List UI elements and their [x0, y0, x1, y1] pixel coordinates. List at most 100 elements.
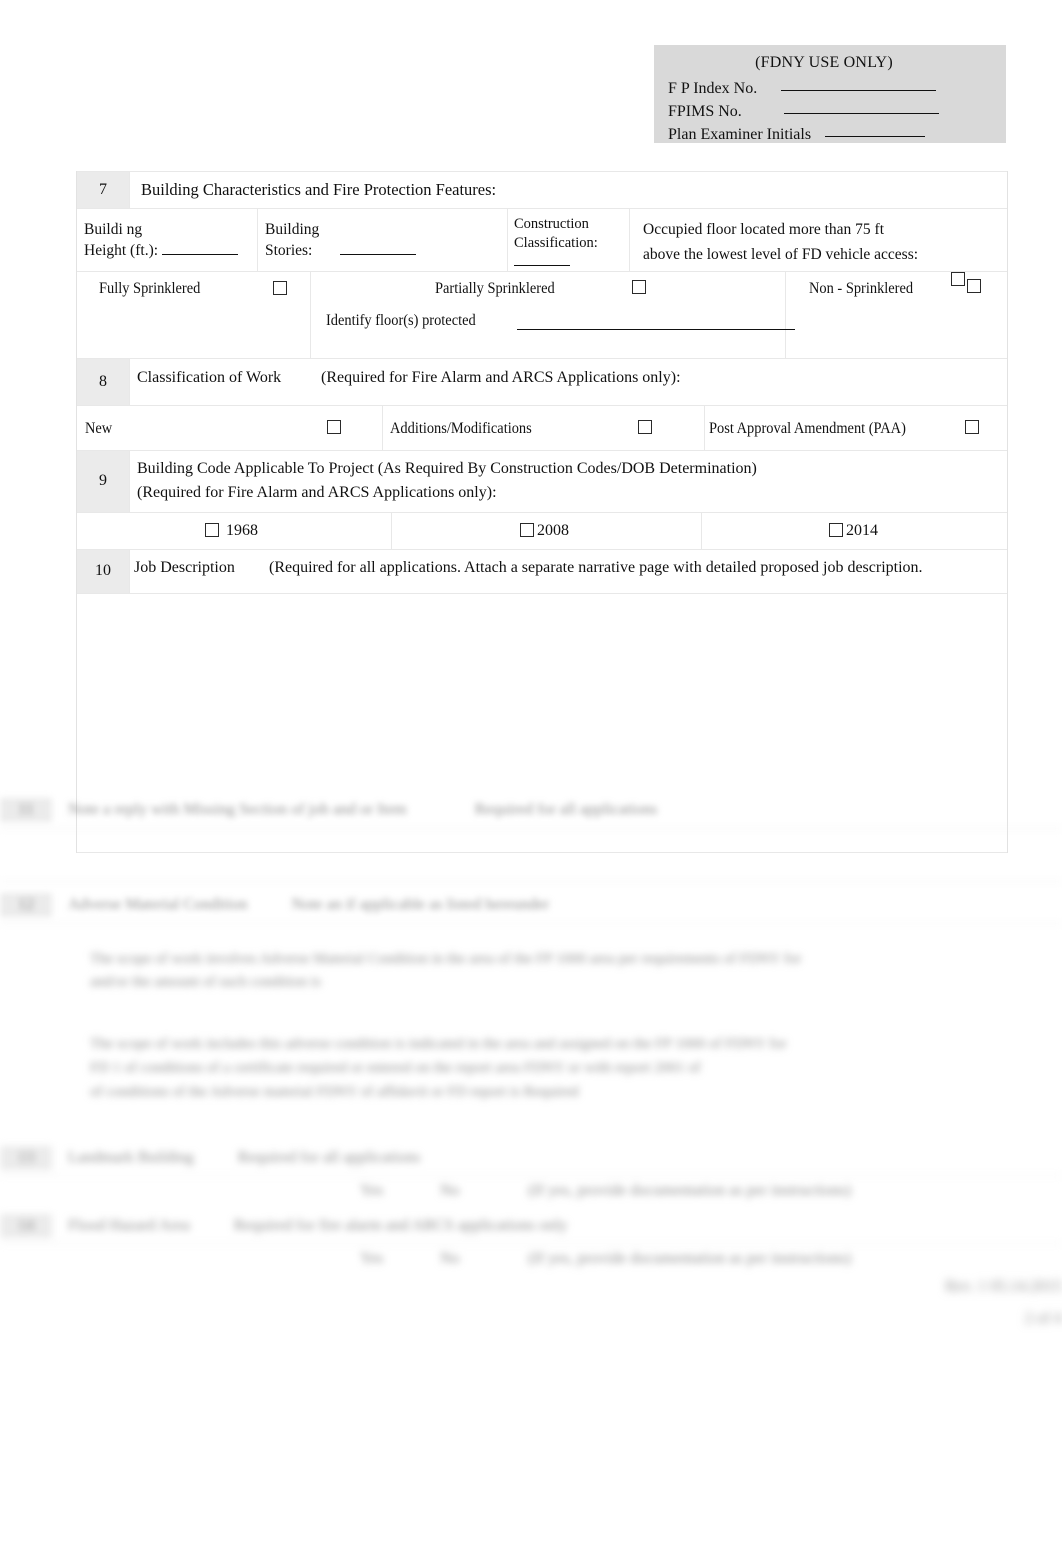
divider-9	[701, 512, 702, 549]
section-8-title-note: (Required for Fire Alarm and ARCS Applic…	[321, 368, 681, 386]
divider-5	[785, 271, 786, 358]
section-9-title-line1: Building Code Applicable To Project (As …	[137, 459, 757, 477]
section-13-answers: Yes No (If yes, provide documentation as…	[0, 1176, 1062, 1210]
building-stories-label-line2: Stories:	[265, 242, 313, 259]
section-12-blurred: 12 Adverse Material Condition Note an if…	[0, 888, 1062, 924]
partially-sprinklered-label: Partially Sprinklered	[435, 279, 555, 297]
section-13-yes[interactable]: Yes	[360, 1182, 383, 1200]
code-year-1968[interactable]: 1968	[205, 522, 258, 540]
work-paa-label: Post Approval Amendment (PAA)	[709, 419, 906, 437]
partially-sprinklered-checkbox[interactable]	[632, 279, 646, 294]
section-14-note: Required for fire alarm and ARCS applica…	[233, 1217, 568, 1234]
fp-index-no-row: F P Index No.	[668, 80, 937, 97]
section-13-title: Landmark Building	[68, 1149, 194, 1166]
footer-revision: Rev. 1 05.14.2015	[945, 1278, 1062, 1295]
fp-index-no-field[interactable]	[781, 90, 937, 91]
divider-7	[704, 405, 705, 450]
plan-examiner-initials-field[interactable]	[825, 136, 926, 137]
code-year-2014-checkbox[interactable]	[829, 522, 843, 537]
section-11-number: 11	[0, 798, 52, 822]
code-year-2008-label: 2008	[537, 521, 569, 539]
fp-index-no-label: F P Index No.	[668, 80, 758, 97]
section-12-item-1-text: The scope of work involves Adverse Mater…	[90, 951, 802, 967]
divider-2	[507, 208, 508, 271]
section-12-item-2-text: The scope of work includes this adverse …	[90, 1036, 787, 1052]
fdny-use-only-title: (FDNY USE ONLY)	[755, 54, 893, 71]
building-stories-input[interactable]	[340, 254, 417, 255]
section-14-title: Flood Hazard Area	[68, 1217, 190, 1234]
building-height-field: Buildi ng Height (ft.):	[84, 219, 238, 261]
fpims-no-label: FPIMS No.	[668, 103, 742, 120]
fdny-use-only-box: (FDNY USE ONLY) F P Index No. FPIMS No. …	[654, 45, 1006, 143]
section-9-years-row: 1968 2008 2014	[77, 512, 1007, 550]
section-9-number: 9	[77, 450, 130, 512]
non-sprinklered-checkbox[interactable]	[967, 278, 981, 293]
divider-6	[382, 405, 383, 450]
section-13-hint: (If yes, provide documentation as per in…	[528, 1182, 852, 1199]
building-stories-label-line1: Building	[265, 220, 320, 238]
section-10-header-row: 10 Job Description (Required for all app…	[77, 549, 1007, 594]
non-sprinklered-label: Non - Sprinklered	[809, 279, 914, 297]
section-13-note: Required for all applications	[237, 1149, 421, 1166]
section-11-row: 11 Note a reply with Missing Section of …	[0, 793, 1062, 829]
section-11-body[interactable]	[0, 829, 1062, 882]
work-paa-checkbox[interactable]	[965, 419, 979, 434]
section-12-note: Note an if applicable as listed hereunde…	[291, 896, 550, 913]
section-10-note: (Required for all applications. Attach a…	[269, 558, 923, 576]
section-12-row: 12 Adverse Material Condition Note an if…	[0, 888, 1062, 924]
building-height-label-line1: Buildi ng	[84, 220, 143, 238]
occupied-floor-field: Occupied floor located more than 75 ft a…	[643, 218, 918, 268]
section-13-no[interactable]: No	[440, 1182, 460, 1200]
section-11-blurred: 11 Note a reply with Missing Section of …	[0, 793, 1062, 882]
identify-floors-label: Identify floor(s) protected	[326, 311, 476, 329]
section-9-header-row: 9 Building Code Applicable To Project (A…	[77, 450, 1007, 513]
code-year-2014-label: 2014	[846, 521, 878, 539]
section-14-yes[interactable]: Yes	[360, 1250, 383, 1268]
code-year-1968-label: 1968	[226, 521, 258, 539]
building-height-input[interactable]	[161, 254, 238, 255]
construction-classification-label-line2: Classification:	[514, 234, 598, 251]
section-11-note: Required for all applications	[474, 801, 658, 818]
occupied-floor-label-line2: above the lowest level of FD vehicle acc…	[643, 245, 919, 263]
section-12-number: 12	[0, 893, 52, 917]
section-7-title: Building Characteristics and Fire Protec…	[141, 180, 497, 199]
section-8-options-row: New Additions/Modifications Post Approva…	[77, 405, 1007, 451]
construction-classification-label-line1: Construction	[514, 215, 589, 232]
section-8-header-row: 8 Classification of Work (Required for F…	[77, 358, 1007, 406]
section-12-title: Adverse Material Condition	[68, 896, 248, 913]
section-9-title-line2: (Required for Fire Alarm and ARCS Applic…	[137, 484, 497, 502]
section-12-item-2-text3: of conditions of the Adverse material FD…	[90, 1084, 579, 1100]
section-13-blurred: 13 Landmark Building Required for all ap…	[0, 1142, 1062, 1210]
section-14-answers: Yes No (If yes, provide documentation as…	[0, 1244, 1062, 1278]
section-12-item-1: The scope of work involves Adverse Mater…	[0, 948, 1010, 995]
footer-page-number: 2 of 4	[1024, 1310, 1062, 1327]
divider-8	[391, 512, 392, 549]
identify-floors-input[interactable]	[517, 328, 795, 330]
plan-examiner-initials-label: Plan Examiner Initials	[668, 126, 812, 143]
section-14-row: 14 Flood Hazard Area Required for fire a…	[0, 1210, 1062, 1244]
section-10-title: Job Description	[134, 558, 235, 576]
code-year-1968-checkbox[interactable]	[205, 522, 219, 537]
work-additions-checkbox[interactable]	[638, 419, 652, 434]
section-11-title: Note a reply with Missing Section of job…	[68, 801, 407, 818]
section-12-item-2-text2: FD 1 of conditions of a certificate requ…	[90, 1060, 701, 1076]
code-year-2014[interactable]: 2014	[829, 522, 878, 540]
code-year-2008-checkbox[interactable]	[520, 522, 534, 537]
building-height-label-line2: Height (ft.):	[84, 242, 159, 259]
form-table: 7 Building Characteristics and Fire Prot…	[76, 171, 1008, 853]
code-year-2008[interactable]: 2008	[520, 522, 569, 540]
building-stories-field: Building Stories:	[265, 219, 417, 261]
section-14-no[interactable]: No	[440, 1250, 460, 1268]
section-13-row: 13 Landmark Building Required for all ap…	[0, 1142, 1062, 1176]
section-14-blurred: 14 Flood Hazard Area Required for fire a…	[0, 1210, 1062, 1278]
fpims-no-field[interactable]	[783, 113, 939, 114]
fully-sprinklered-checkbox[interactable]	[273, 280, 287, 295]
divider-4	[310, 271, 311, 358]
fpims-no-row: FPIMS No.	[668, 104, 939, 120]
work-new-label: New	[85, 419, 113, 437]
work-new-checkbox[interactable]	[327, 419, 341, 434]
construction-classification-input[interactable]	[514, 264, 570, 266]
document-page: (FDNY USE ONLY) F P Index No. FPIMS No. …	[0, 0, 1062, 1561]
work-additions-label: Additions/Modifications	[390, 419, 532, 437]
divider-1	[257, 208, 258, 271]
